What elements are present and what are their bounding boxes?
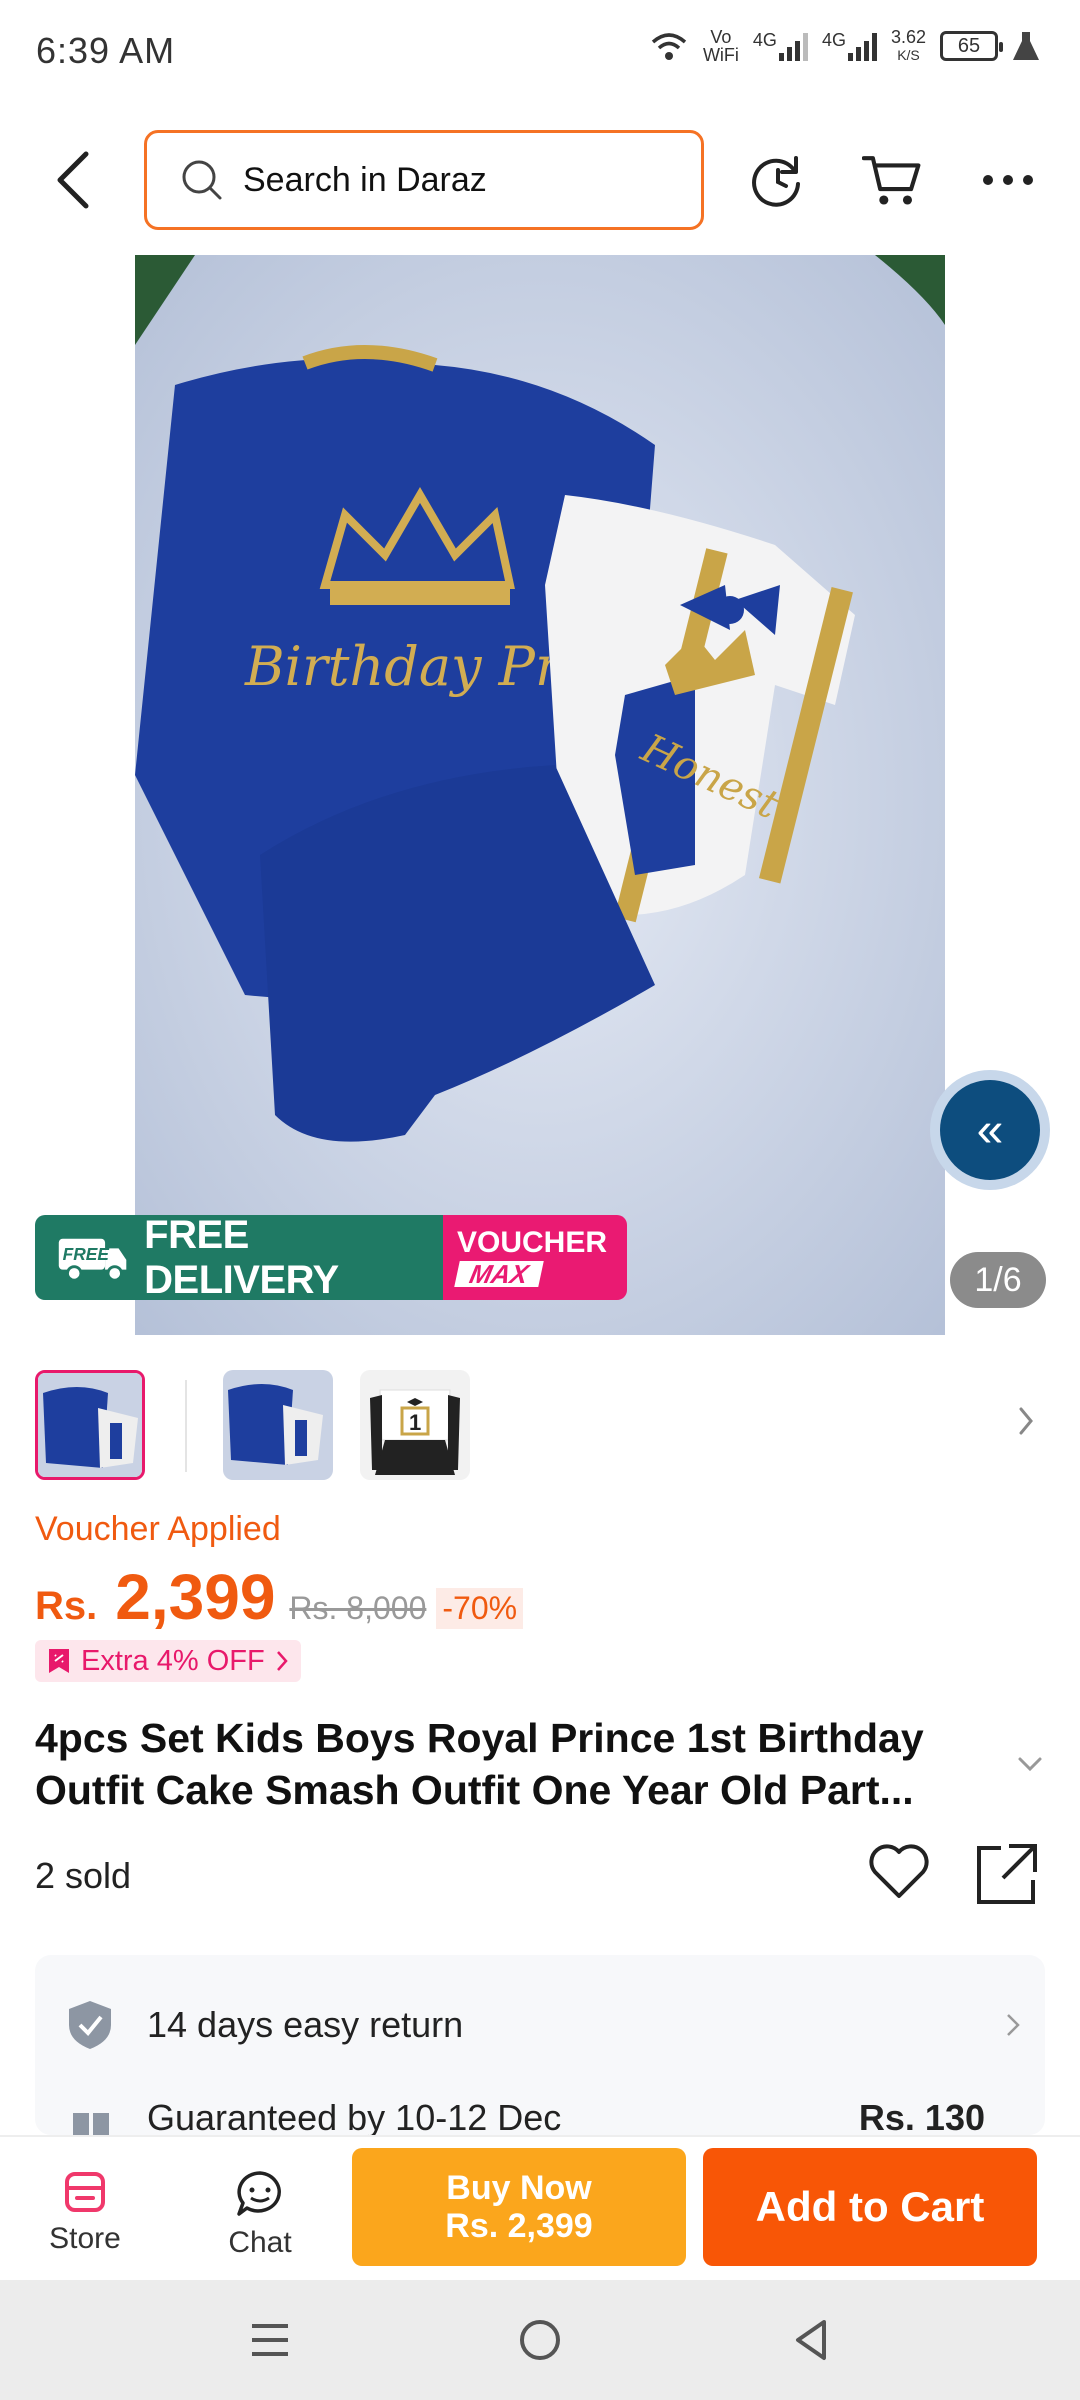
svg-text:FREE: FREE <box>63 1243 111 1263</box>
back-nav-button[interactable] <box>780 2310 840 2370</box>
product-image[interactable]: Birthday Prince Honest <box>135 255 945 1335</box>
store-icon <box>65 2172 105 2212</box>
product-title: 4pcs Set Kids Boys Royal Prince 1st Birt… <box>35 1715 924 1813</box>
voucher-tag-icon <box>49 1649 69 1673</box>
thumbnail-1[interactable] <box>35 1370 145 1480</box>
free-delivery-label: FREE DELIVERY <box>144 1215 339 1300</box>
signal-1: 4G <box>753 31 808 61</box>
chevron-right-icon <box>1007 2014 1020 2036</box>
back-button[interactable] <box>50 150 94 210</box>
chevron-left-icon <box>57 151 89 209</box>
chevron-right-icon <box>1019 1407 1033 1435</box>
service-info-card: 14 days easy return Guaranteed by 10-12 … <box>35 1955 1045 2135</box>
double-chevron-left-icon: « <box>940 1080 1040 1180</box>
heart-icon <box>869 1844 929 1898</box>
search-placeholder: Search in Daraz <box>243 160 487 199</box>
vowifi-label: Vo WiFi <box>702 27 739 65</box>
menu-nav-button[interactable] <box>240 2310 300 2370</box>
status-bar: 6:39 AM Vo WiFi 4G 4G 3.62 K/S 65 <box>0 0 1080 100</box>
refresh-button[interactable] <box>748 150 808 210</box>
cart-icon <box>862 156 921 205</box>
delivery-text: Guaranteed by 10-12 Dec <box>147 2097 562 2135</box>
status-time: 6:39 AM <box>36 30 176 71</box>
home-nav-button[interactable] <box>510 2310 570 2370</box>
delivery-voucher-banner: FREE FREE DELIVERY VOUCHER MAX <box>35 1215 627 1300</box>
delivery-truck-icon: FREE <box>58 1238 127 1282</box>
svg-text:1: 1 <box>409 1410 421 1435</box>
return-policy-text: 14 days easy return <box>147 2004 464 2045</box>
discount-badge: -70% <box>436 1588 524 1629</box>
search-input[interactable]: Search in Daraz <box>144 130 704 230</box>
chevron-right-icon <box>276 1651 288 1671</box>
wifi-icon <box>651 33 687 60</box>
search-icon <box>182 160 222 200</box>
voucher-applied-label: Voucher Applied <box>35 1510 281 1548</box>
battery-icon: 65 <box>940 31 1003 61</box>
thumbnail-divider <box>185 1380 187 1472</box>
image-counter: 1/6 <box>950 1252 1046 1308</box>
flask-icon <box>1013 32 1039 60</box>
extra-off-badge[interactable]: Extra 4% OFF <box>35 1640 301 1682</box>
hamburger-icon <box>252 2324 288 2356</box>
sold-count: 2 sold <box>35 1855 132 1896</box>
home-circle-icon <box>520 2320 560 2360</box>
current-price: 2,399 <box>115 1561 276 1633</box>
add-to-cart-button[interactable]: Add to Cart <box>703 2148 1037 2266</box>
gift-box-icon <box>73 2113 109 2135</box>
chevron-down-icon <box>1018 1757 1042 1772</box>
thumbnail-2[interactable] <box>223 1370 333 1480</box>
more-dots-icon <box>983 175 1033 185</box>
buy-now-button[interactable]: Buy Now Rs. 2,399 <box>352 2148 686 2266</box>
thumbnails-next-button[interactable] <box>1016 1405 1036 1442</box>
status-icons: Vo WiFi 4G 4G 3.62 K/S 65 <box>649 28 1040 64</box>
shield-check-icon <box>69 2001 111 2049</box>
expand-title-button[interactable] <box>1016 1755 1044 1778</box>
refresh-icon <box>752 156 800 207</box>
currency-label: Rs. <box>35 1584 98 1628</box>
network-speed: 3.62 K/S <box>890 27 926 63</box>
more-button[interactable] <box>978 150 1038 210</box>
share-icon <box>977 1844 1037 1904</box>
cart-button[interactable] <box>862 150 922 210</box>
collapse-button[interactable]: « <box>930 1070 1050 1190</box>
wishlist-button[interactable] <box>868 1842 930 1905</box>
original-price: Rs. 8,000 <box>289 1590 427 1626</box>
delivery-row[interactable]: Guaranteed by 10-12 Dec Rs. 130 <box>35 2083 1045 2135</box>
return-policy-row[interactable]: 14 days easy return <box>35 1975 1045 2075</box>
signal-bars-icon <box>847 31 877 61</box>
voucher-max-badge: VOUCHER MAX <box>443 1215 627 1300</box>
chat-button[interactable]: Chat <box>200 2170 320 2260</box>
store-button[interactable]: Store <box>25 2170 145 2256</box>
free-delivery-badge: FREE FREE DELIVERY <box>35 1215 443 1300</box>
thumbnail-3[interactable]: 1 <box>360 1370 470 1480</box>
product-photo: Birthday Prince Honest <box>135 255 945 1335</box>
chat-icon <box>237 2171 281 2216</box>
delivery-fee: Rs. 130 <box>858 2097 985 2135</box>
extra-off-label: Extra 4% OFF <box>81 1644 265 1677</box>
signal-2: 4G <box>822 31 877 61</box>
share-button[interactable] <box>975 1842 1039 1911</box>
signal-bars-icon <box>778 31 808 61</box>
price-row: Rs. 2,399 Rs. 8,000 -70% <box>35 1560 524 1634</box>
back-triangle-icon <box>796 2320 826 2360</box>
